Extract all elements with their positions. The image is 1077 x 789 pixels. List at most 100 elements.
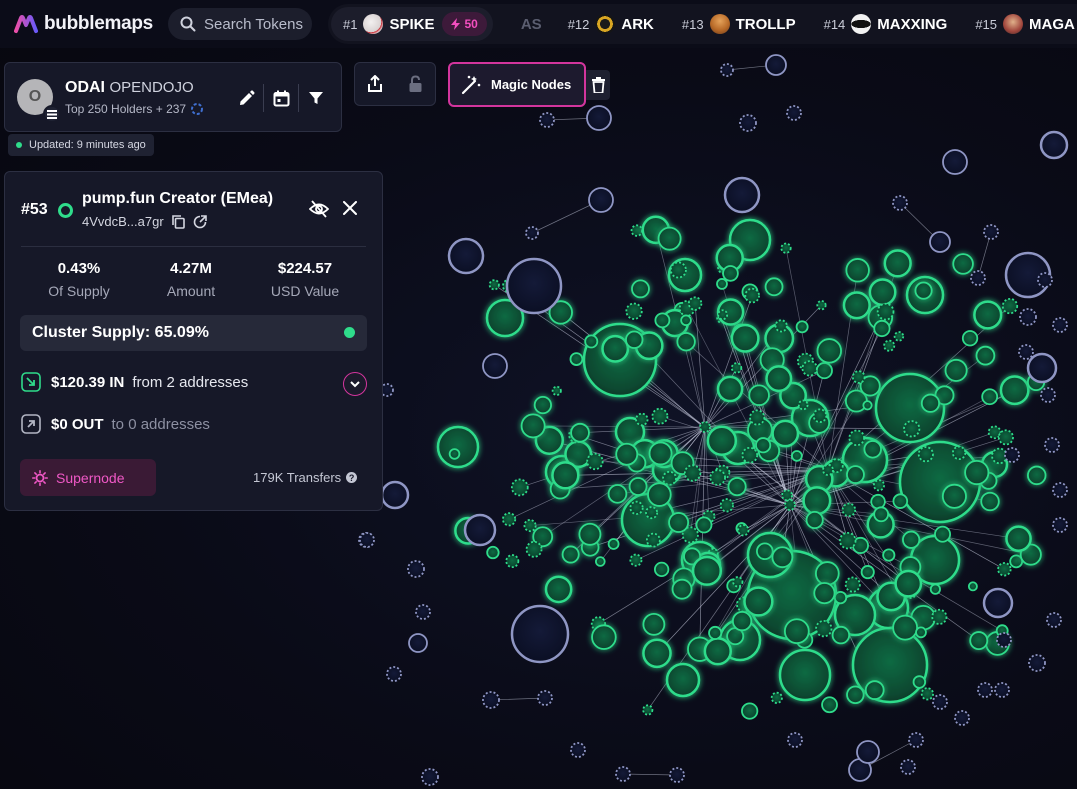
holder-bubble[interactable]	[942, 149, 968, 175]
cluster-bubble[interactable]	[864, 680, 885, 700]
cluster-bubble[interactable]	[934, 525, 952, 543]
holder-bubble[interactable]	[415, 604, 431, 620]
cluster-bubble[interactable]	[893, 331, 905, 342]
cluster-bubble[interactable]	[915, 626, 927, 639]
holder-bubble[interactable]	[407, 560, 425, 578]
trending-token-ark[interactable]: #12 ARK	[568, 14, 654, 34]
cluster-bubble[interactable]	[520, 413, 546, 439]
holder-bubble[interactable]	[421, 768, 439, 786]
holder-bubble[interactable]	[359, 532, 375, 548]
holder-bubble[interactable]	[408, 633, 428, 653]
cluster-bubble[interactable]	[1001, 297, 1019, 315]
cluster-bubble[interactable]	[997, 562, 1012, 577]
close-button[interactable]	[343, 201, 357, 220]
cluster-bubble[interactable]	[802, 486, 832, 516]
cluster-bubble[interactable]	[525, 540, 543, 558]
cluster-bubble[interactable]	[625, 302, 643, 320]
holder-bubble[interactable]	[588, 187, 614, 213]
holder-bubble[interactable]	[982, 587, 1014, 619]
cluster-bubble[interactable]	[844, 576, 861, 593]
cluster-bubble[interactable]	[898, 440, 982, 524]
cluster-bubble[interactable]	[816, 338, 842, 364]
cluster-bubble[interactable]	[951, 445, 967, 460]
logo[interactable]: bubblemaps	[14, 13, 164, 35]
cluster-bubble[interactable]	[671, 578, 693, 600]
cluster-bubble[interactable]	[780, 242, 792, 254]
holder-bubble[interactable]	[954, 710, 970, 726]
delete-button[interactable]	[586, 70, 610, 100]
cluster-bubble[interactable]	[732, 576, 744, 588]
cluster-bubble[interactable]	[716, 278, 728, 290]
cluster-bubble[interactable]	[964, 459, 990, 486]
cluster-bubble[interactable]	[851, 370, 866, 384]
cluster-bubble[interactable]	[683, 464, 702, 482]
supernode-button[interactable]: Supernode	[20, 459, 156, 496]
holder-bubble[interactable]	[1046, 612, 1062, 628]
cluster-bubble[interactable]	[629, 553, 643, 567]
holder-bubble[interactable]	[977, 682, 993, 698]
holder-bubble[interactable]	[570, 742, 586, 758]
cluster-bubble[interactable]	[975, 345, 996, 366]
cluster-bubble[interactable]	[987, 425, 1002, 440]
cluster-bubble[interactable]	[805, 510, 824, 530]
holder-bubble[interactable]	[723, 176, 761, 214]
cluster-bubble[interactable]	[912, 675, 927, 689]
holder-bubble[interactable]	[1052, 517, 1068, 533]
cluster-bubble[interactable]	[882, 548, 896, 562]
cluster-bubble[interactable]	[812, 408, 828, 423]
cluster-bubble[interactable]	[774, 319, 788, 333]
cluster-bubble[interactable]	[967, 581, 978, 592]
magic-nodes-button[interactable]: Magic Nodes	[448, 62, 586, 107]
cluster-supply[interactable]: Cluster Supply: 65.09%	[20, 315, 367, 351]
cluster-bubble[interactable]	[561, 545, 580, 564]
cluster-bubble[interactable]	[771, 546, 794, 569]
cluster-bubble[interactable]	[781, 489, 793, 502]
cluster-bubble[interactable]	[903, 420, 921, 438]
cluster-bubble[interactable]	[784, 499, 796, 511]
trending-token-trollp[interactable]: #13 TROLLP	[682, 14, 796, 34]
cluster-bubble[interactable]	[973, 300, 1003, 330]
lock-button[interactable]	[395, 64, 435, 104]
cluster-bubble[interactable]	[654, 312, 671, 329]
cluster-bubble[interactable]	[791, 450, 803, 462]
cluster-bubble[interactable]	[680, 314, 692, 327]
cluster-bubble[interactable]	[868, 278, 897, 307]
cluster-bubble[interactable]	[778, 648, 832, 702]
holder-bubble[interactable]	[786, 105, 802, 121]
cluster-bubble[interactable]	[601, 334, 630, 363]
holder-bubble[interactable]	[447, 237, 485, 275]
cluster-bubble[interactable]	[586, 452, 604, 471]
cluster-bubble[interactable]	[797, 399, 809, 411]
holder-bubble[interactable]	[856, 740, 880, 764]
cluster-bubble[interactable]	[510, 478, 529, 497]
cluster-bubble[interactable]	[755, 437, 772, 454]
cluster-bubble[interactable]	[929, 583, 941, 595]
cluster-bubble[interactable]	[488, 279, 500, 291]
cluster-bubble[interactable]	[894, 569, 923, 598]
cluster-bubble[interactable]	[997, 429, 1014, 446]
holder-bubble[interactable]	[1052, 482, 1068, 498]
holder-bubble[interactable]	[1004, 447, 1020, 463]
cluster-bubble[interactable]	[731, 610, 753, 632]
search-input[interactable]: Search Tokens	[168, 8, 312, 40]
cluster-bubble[interactable]	[813, 582, 836, 605]
cluster-bubble[interactable]	[931, 608, 948, 625]
cluster-bubble[interactable]	[691, 555, 723, 586]
trending-token-maxxing[interactable]: #14 MAXXING	[824, 14, 947, 34]
cluster-bubble[interactable]	[741, 446, 759, 464]
holder-bubble[interactable]	[994, 682, 1010, 698]
cluster-bubble[interactable]	[765, 365, 793, 393]
trending-token-spike[interactable]: #1 SPIKE 50	[331, 7, 493, 41]
cluster-bubble[interactable]	[708, 625, 723, 640]
holder-bubble[interactable]	[510, 604, 570, 664]
holder-bubble[interactable]	[1040, 387, 1056, 403]
cluster-bubble[interactable]	[687, 296, 703, 311]
cluster-bubble[interactable]	[706, 425, 738, 456]
trending-token-maga[interactable]: #15 MAGA	[975, 14, 1075, 34]
cluster-bubble[interactable]	[645, 506, 659, 520]
cluster-bubble[interactable]	[846, 685, 865, 705]
cluster-bubble[interactable]	[872, 479, 886, 492]
cluster-bubble[interactable]	[876, 302, 895, 321]
cluster-bubble[interactable]	[999, 375, 1030, 406]
holder-bubble[interactable]	[892, 195, 908, 211]
